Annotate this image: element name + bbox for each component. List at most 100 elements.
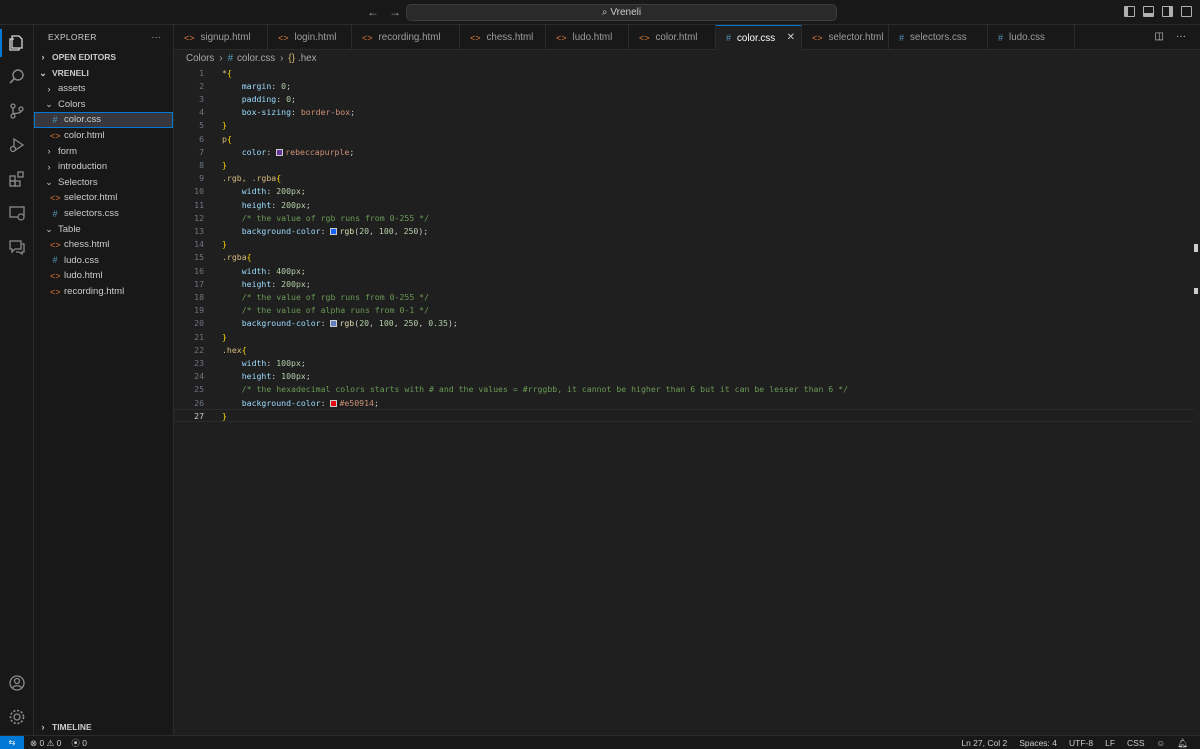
code-token: .rgb, .rgba <box>222 173 277 184</box>
remote-indicator-icon[interactable]: ⇆ <box>0 736 24 749</box>
open-editors-section[interactable]: › OPEN EDITORS <box>34 49 173 65</box>
code-token: : <box>276 93 287 104</box>
code-token: ; <box>349 146 355 157</box>
end-of-line[interactable]: LF <box>1105 738 1115 748</box>
code-token: : <box>271 278 282 289</box>
tree-file[interactable]: # ludo.css <box>34 253 173 269</box>
breadcrumb-file[interactable]: color.css <box>237 53 275 64</box>
more-actions-icon[interactable]: ··· <box>1176 31 1186 42</box>
css-file-icon: # <box>998 32 1004 43</box>
more-actions-icon[interactable]: ··· <box>152 32 161 42</box>
explorer-icon[interactable] <box>0 27 34 59</box>
html-file-icon: <> <box>50 192 61 203</box>
code-token: { <box>246 252 252 263</box>
source-control-icon[interactable] <box>0 95 34 127</box>
tree-file[interactable]: # selectors.css <box>34 206 173 222</box>
code-token: height <box>241 199 272 210</box>
code-token: , <box>418 318 429 329</box>
code-token: 20 <box>359 225 370 236</box>
notifications-bell-icon[interactable]: 🔔︎ <box>1177 738 1188 749</box>
chevron-right-icon: › <box>280 52 284 64</box>
chevron-down-icon: ⌄ <box>45 98 53 109</box>
code-token: /* the value of alpha runs from 0-1 */ <box>241 305 430 316</box>
editor-tab[interactable]: <> color.html <box>629 25 716 50</box>
customize-layout-icon[interactable] <box>1181 6 1192 17</box>
editor-tab[interactable]: <> signup.html <box>174 25 268 50</box>
tree-file[interactable]: <> color.html <box>34 128 173 144</box>
code-token: background-color <box>241 397 321 408</box>
tree-folder[interactable]: › form <box>34 143 173 159</box>
chat-icon[interactable] <box>0 231 34 263</box>
problems-indicator[interactable]: ⊗ 0 ⚠ 0 <box>30 738 61 749</box>
command-center-search[interactable]: ⌕ Vreneli <box>406 4 837 21</box>
manage-gear-icon[interactable] <box>0 701 34 733</box>
toggle-panel-icon[interactable] <box>1143 6 1154 17</box>
html-file-icon: <> <box>50 239 61 250</box>
toggle-secondary-sidebar-icon[interactable] <box>1162 6 1173 17</box>
editor-tab[interactable]: <> selector.html <box>802 25 889 50</box>
tree-folder[interactable]: ⌄ Colors <box>34 97 173 113</box>
code-editor[interactable]: 1 *{2 margin: 0; 3 padding: 0; 4 box-sizing… <box>174 66 1200 735</box>
toggle-primary-sidebar-icon[interactable] <box>1124 6 1135 17</box>
ports-indicator[interactable]: ⦿ 0 <box>71 737 87 749</box>
color-swatch[interactable] <box>330 227 338 235</box>
code-token: /* the hexadecimal colors starts with # … <box>241 384 849 395</box>
code-line: 1 *{ <box>174 66 1194 79</box>
tree-file[interactable]: <> selector.html <box>34 190 173 206</box>
breadcrumb-folder[interactable]: Colors <box>186 53 214 64</box>
remote-explorer-icon[interactable] <box>0 197 34 229</box>
editor-tab[interactable]: # selectors.css <box>889 25 988 50</box>
code-token: 200px <box>281 199 306 210</box>
editor-tab[interactable]: <> login.html <box>268 25 352 50</box>
tree-folder[interactable]: ⌄ Selectors <box>34 175 173 191</box>
tree-file[interactable]: <> ludo.html <box>34 268 173 284</box>
color-swatch[interactable] <box>330 320 338 328</box>
project-section[interactable]: ⌄ VRENELI <box>34 65 173 81</box>
code-line: 26 background-color: #e50914; <box>174 396 1194 409</box>
color-swatch[interactable] <box>330 399 338 407</box>
forward-arrow-icon[interactable]: → <box>387 4 403 20</box>
code-token: width <box>241 265 267 276</box>
code-line: 20 background-color: rgb(20, 100, 250, 0… <box>174 317 1194 330</box>
code-text: height: 100px; <box>222 371 311 381</box>
breadcrumb-symbol[interactable]: .hex <box>298 53 317 64</box>
scrollbar-marker <box>1194 288 1198 294</box>
split-editor-icon[interactable]: ◫ <box>1155 31 1164 42</box>
tab-label: color.html <box>655 32 698 43</box>
language-mode[interactable]: CSS <box>1127 738 1144 748</box>
code-token: { <box>226 133 232 144</box>
tree-folder[interactable]: › assets <box>34 81 173 97</box>
tree-folder[interactable]: ⌄ Table <box>34 221 173 237</box>
timeline-section[interactable]: › TIMELINE <box>34 719 174 735</box>
editor-tab[interactable]: # ludo.css <box>988 25 1075 50</box>
encoding[interactable]: UTF-8 <box>1069 738 1093 748</box>
indentation[interactable]: Spaces: 4 <box>1019 738 1057 748</box>
line-number: 9 <box>199 173 204 184</box>
back-arrow-icon[interactable]: ← <box>365 4 381 20</box>
editor-tab[interactable]: <> recording.html <box>352 25 460 50</box>
copilot-icon[interactable]: ☺ <box>1157 738 1166 748</box>
editor-tab[interactable]: <> ludo.html <box>546 25 629 50</box>
line-number: 4 <box>199 107 204 118</box>
code-token: } <box>222 159 227 170</box>
code-token: box-sizing <box>241 107 292 118</box>
code-token: { <box>241 344 247 355</box>
tab-label: chess.html <box>486 32 534 43</box>
account-icon[interactable] <box>0 667 34 699</box>
color-swatch[interactable] <box>276 148 284 156</box>
tree-file[interactable]: # color.css <box>34 112 173 128</box>
tree-item-label: Colors <box>58 98 86 110</box>
run-debug-icon[interactable] <box>0 129 34 161</box>
extensions-icon[interactable] <box>0 163 34 195</box>
tree-file[interactable]: <> recording.html <box>34 284 173 300</box>
line-number: 18 <box>194 291 204 302</box>
search-icon[interactable] <box>0 61 34 93</box>
tree-file[interactable]: <> chess.html <box>34 237 173 253</box>
editor-tab[interactable]: <> chess.html <box>460 25 546 50</box>
tree-item-label: color.html <box>64 130 105 142</box>
close-icon[interactable]: ✕ <box>787 32 795 43</box>
editor-tab[interactable]: # color.css ✕ <box>716 25 802 50</box>
tree-folder[interactable]: › introduction <box>34 159 173 175</box>
open-editors-label: OPEN EDITORS <box>52 52 117 62</box>
cursor-position[interactable]: Ln 27, Col 2 <box>961 738 1007 748</box>
